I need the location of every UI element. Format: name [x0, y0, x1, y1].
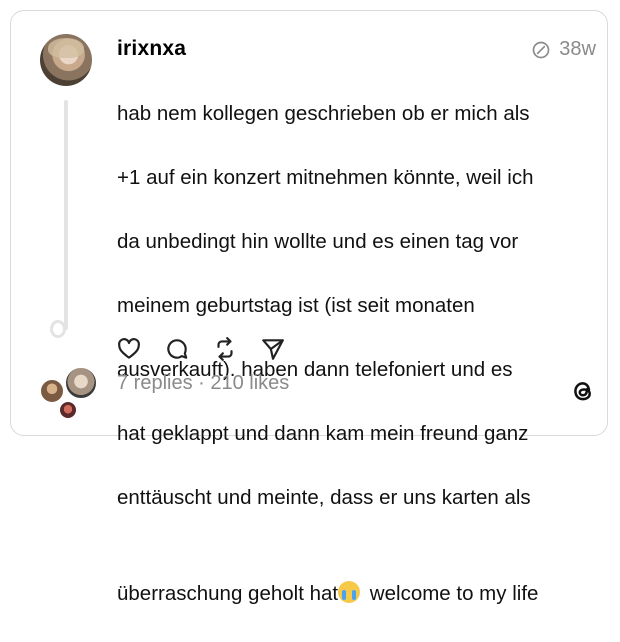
- post-text-line: überraschung geholt hat: [117, 582, 339, 605]
- repost-icon[interactable]: [212, 336, 238, 362]
- post-text-line: hat geklappt und dann kam mein freund ga…: [117, 422, 529, 445]
- replier-avatar[interactable]: [64, 366, 98, 400]
- post-text-line: hab nem kollegen geschrieben ob er mich …: [117, 102, 530, 125]
- heart-icon[interactable]: [116, 336, 142, 362]
- thread-loop-icon: [50, 320, 66, 338]
- action-bar: [116, 336, 286, 362]
- avatar[interactable]: [40, 34, 92, 86]
- post-text-line: +1 auf ein konzert mitnehmen könnte, wei…: [117, 166, 534, 189]
- post-text-line: meinem geburtstag ist (ist seit monaten: [117, 294, 475, 317]
- post-stats[interactable]: 7 replies · 210 likes: [117, 372, 289, 395]
- time-label: 38w: [559, 38, 596, 60]
- thread-line: [64, 100, 68, 330]
- post-time: 38w: [531, 38, 596, 61]
- comment-icon[interactable]: [164, 336, 190, 362]
- username[interactable]: irixnxa: [117, 37, 186, 61]
- replier-avatar[interactable]: [39, 378, 65, 404]
- edited-clock-icon: [532, 41, 550, 58]
- post-text-tail: welcome to my life: [364, 582, 539, 605]
- threads-logo: [574, 382, 591, 401]
- send-icon[interactable]: [260, 336, 286, 362]
- post-text-line: enttäuscht und meinte, dass er uns karte…: [117, 486, 531, 509]
- post-text-line: da unbedingt hin wollte und es einen tag…: [117, 230, 519, 253]
- replier-avatar[interactable]: [58, 400, 78, 420]
- post-text-last-line: überraschung geholt hat welcome to my li…: [117, 546, 597, 610]
- crying-emoji-icon: [338, 581, 361, 603]
